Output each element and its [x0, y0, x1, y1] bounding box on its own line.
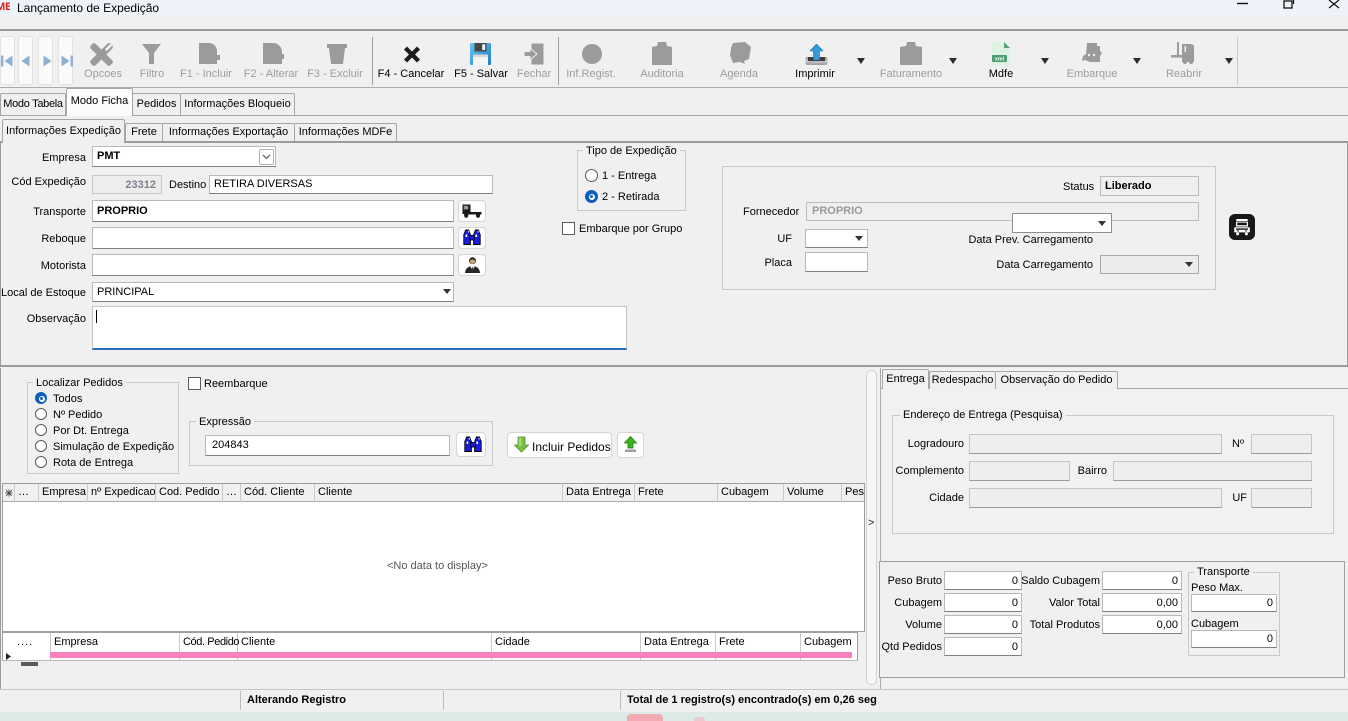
svg-text:xml: xml [995, 57, 1005, 63]
